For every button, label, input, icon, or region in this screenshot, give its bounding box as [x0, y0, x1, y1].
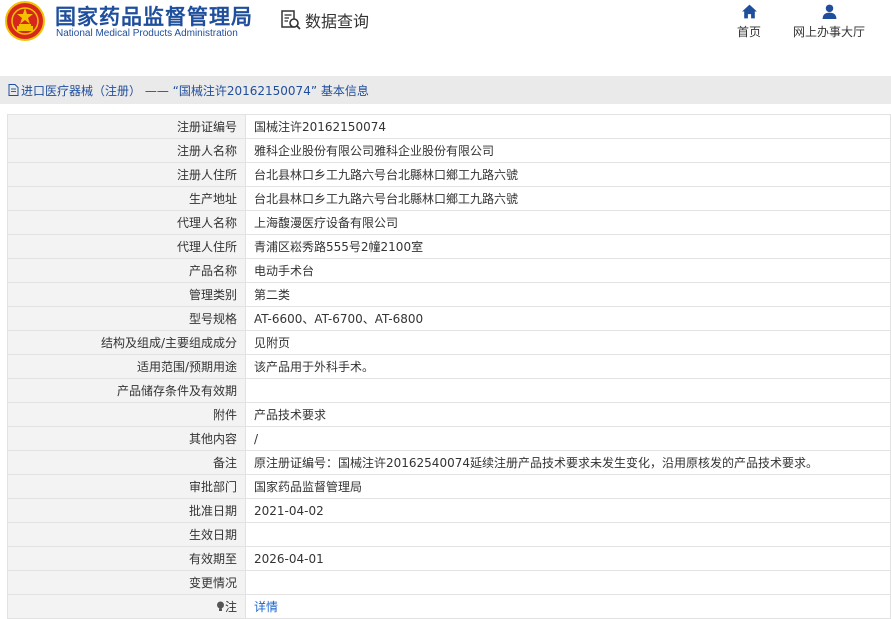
- table-row: 注册证编号 国械注许20162150074: [7, 114, 891, 139]
- field-label: 结构及组成/主要组成成分: [7, 330, 246, 355]
- table-row: 代理人住所 青浦区崧秀路555号2幢2100室: [7, 234, 891, 259]
- field-label: 注册证编号: [7, 114, 246, 139]
- table-row: 结构及组成/主要组成成分 见附页: [7, 330, 891, 355]
- note-label: 注: [224, 600, 237, 614]
- field-value: 国家药品监督管理局: [245, 474, 891, 499]
- field-value: 该产品用于外科手术。: [245, 354, 891, 379]
- lightbulb-icon: [216, 601, 224, 611]
- table-row: 代理人名称 上海馥漫医疗设备有限公司: [7, 210, 891, 235]
- field-value: AT-6600、AT-6700、AT-6800: [245, 306, 891, 331]
- breadcrumb-text: 进口医疗器械（注册） —— “国械注许20162150074” 基本信息: [21, 83, 369, 98]
- field-value: 第二类: [245, 282, 891, 307]
- table-row: 生效日期: [7, 522, 891, 547]
- note-value-cell: 详情: [245, 594, 891, 619]
- field-label: 审批部门: [7, 474, 246, 499]
- table-row: 管理类别 第二类: [7, 282, 891, 307]
- table-row: 注册人住所 台北县林口乡工九路六号台北縣林口鄉工九路六號: [7, 162, 891, 187]
- note-label-cell: 注: [7, 594, 246, 619]
- field-label: 注册人名称: [7, 138, 246, 163]
- table-row: 型号规格 AT-6600、AT-6700、AT-6800: [7, 306, 891, 331]
- field-value: 产品技术要求: [245, 402, 891, 427]
- field-label: 代理人名称: [7, 210, 246, 235]
- site-header: 国家药品监督管理局 National Medical Products Admi…: [0, 0, 891, 66]
- field-label: 批准日期: [7, 498, 246, 523]
- nav-home-label: 首页: [736, 25, 761, 39]
- field-value: [245, 522, 891, 547]
- field-value: 雅科企业股份有限公司雅科企业股份有限公司: [245, 138, 891, 163]
- nav-home[interactable]: 首页: [734, 3, 764, 40]
- field-label: 其他内容: [7, 426, 246, 451]
- field-label: 变更情况: [7, 570, 246, 595]
- table-row: 其他内容 /: [7, 426, 891, 451]
- nav-online-service-hall-label: 网上办事大厅: [792, 25, 865, 39]
- table-row: 变更情况: [7, 570, 891, 595]
- field-value: 台北县林口乡工九路六号台北縣林口鄉工九路六號: [245, 162, 891, 187]
- table-row: 备注 原注册证编号：国械注许20162540074延续注册产品技术要求未发生变化，…: [7, 450, 891, 475]
- field-value: 2021-04-02: [245, 498, 891, 523]
- table-row: 注册人名称 雅科企业股份有限公司雅科企业股份有限公司: [7, 138, 891, 163]
- field-label: 型号规格: [7, 306, 246, 331]
- brand-name-english: National Medical Products Administration: [56, 28, 238, 39]
- field-label: 产品储存条件及有效期: [7, 378, 246, 403]
- field-value: 2026-04-01: [245, 546, 891, 571]
- field-value: 原注册证编号：国械注许20162540074延续注册产品技术要求未发生变化，沿用…: [245, 450, 891, 475]
- document-icon: [8, 84, 19, 96]
- field-value: 台北县林口乡工九路六号台北縣林口鄉工九路六號: [245, 186, 891, 211]
- data-query-link[interactable]: 数据查询: [280, 8, 369, 32]
- table-row: 生产地址 台北县林口乡工九路六号台北縣林口鄉工九路六號: [7, 186, 891, 211]
- field-value: /: [245, 426, 891, 451]
- field-label: 附件: [7, 402, 246, 427]
- field-value: 国械注许20162150074: [245, 114, 891, 139]
- table-row: 注 详情: [7, 594, 891, 619]
- table-row: 附件 产品技术要求: [7, 402, 891, 427]
- field-label: 产品名称: [7, 258, 246, 283]
- field-value: 见附页: [245, 330, 891, 355]
- field-value: 青浦区崧秀路555号2幢2100室: [245, 234, 891, 259]
- table-row: 批准日期 2021-04-02: [7, 498, 891, 523]
- table-row: 产品名称 电动手术台: [7, 258, 891, 283]
- field-value: [245, 378, 891, 403]
- field-label: 注册人住所: [7, 162, 246, 187]
- field-label: 适用范围/预期用途: [7, 354, 246, 379]
- nav-online-service-hall[interactable]: 网上办事大厅: [791, 3, 867, 40]
- field-label: 备注: [7, 450, 246, 475]
- field-label: 代理人住所: [7, 234, 246, 259]
- table-row: 审批部门 国家药品监督管理局: [7, 474, 891, 499]
- user-icon: [822, 4, 836, 19]
- details-link[interactable]: 详情: [254, 600, 278, 614]
- registration-info-table: 注册证编号 国械注许20162150074 注册人名称 雅科企业股份有限公司雅科企业股…: [7, 114, 891, 619]
- field-value: 上海馥漫医疗设备有限公司: [245, 210, 891, 235]
- data-query-label: 数据查询: [305, 12, 370, 31]
- home-icon: [741, 4, 757, 19]
- document-search-icon: [281, 10, 301, 30]
- breadcrumb: 进口医疗器械（注册） —— “国械注许20162150074” 基本信息: [0, 76, 891, 104]
- table-row: 有效期至 2026-04-01: [7, 546, 891, 571]
- field-label: 有效期至: [7, 546, 246, 571]
- table-row: 适用范围/预期用途 该产品用于外科手术。: [7, 354, 891, 379]
- national-emblem-icon: [5, 1, 45, 41]
- field-label: 生效日期: [7, 522, 246, 547]
- field-value: 电动手术台: [245, 258, 891, 283]
- field-label: 管理类别: [7, 282, 246, 307]
- field-label: 生产地址: [7, 186, 246, 211]
- field-value: [245, 570, 891, 595]
- brand-name: 国家药品监督管理局: [55, 5, 253, 29]
- table-row: 产品储存条件及有效期: [7, 378, 891, 403]
